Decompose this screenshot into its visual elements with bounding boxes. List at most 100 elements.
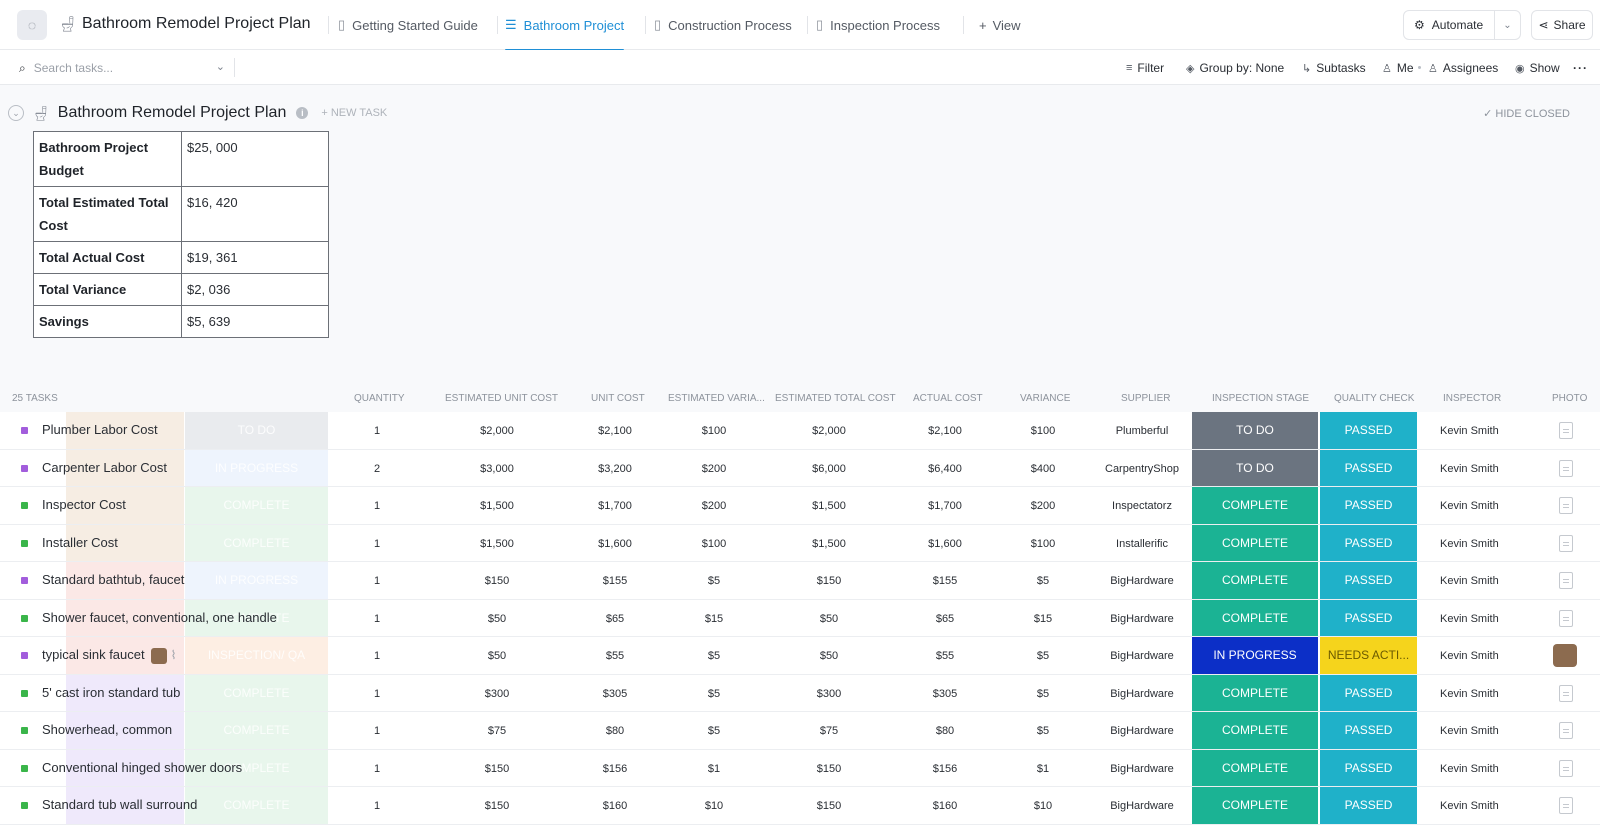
unit-cost-cell[interactable]: $155 bbox=[603, 575, 627, 587]
column-header[interactable]: INSPECTION STAGE bbox=[1212, 393, 1309, 404]
quantity-cell[interactable]: 1 bbox=[374, 725, 380, 737]
estimated-variance-cell[interactable]: $200 bbox=[702, 500, 726, 512]
supplier-cell[interactable]: BigHardware bbox=[1110, 613, 1174, 625]
estimated-unit-cost-cell[interactable]: $1,500 bbox=[480, 538, 514, 550]
estimated-total-cost-cell[interactable]: $2,000 bbox=[812, 425, 846, 437]
supplier-cell[interactable]: Plumberful bbox=[1116, 425, 1169, 437]
file-icon[interactable] bbox=[1559, 572, 1573, 589]
table-row[interactable]: INSPECTION/ QA typical sink faucet ⌇ 1 $50 $5… bbox=[0, 637, 1600, 675]
supplier-cell[interactable]: BigHardware bbox=[1110, 650, 1174, 662]
quality-check-badge[interactable]: PASSED bbox=[1320, 562, 1417, 599]
group-title[interactable]: Bathroom Remodel Project Plan bbox=[58, 104, 287, 122]
file-icon[interactable] bbox=[1559, 797, 1573, 814]
quantity-cell[interactable]: 1 bbox=[374, 763, 380, 775]
column-header[interactable]: QUALITY CHECK bbox=[1334, 393, 1414, 404]
estimated-total-cost-cell[interactable]: $150 bbox=[817, 800, 841, 812]
unit-cost-cell[interactable]: $156 bbox=[603, 763, 627, 775]
collapse-icon[interactable]: ⌄ bbox=[8, 105, 24, 121]
estimated-unit-cost-cell[interactable]: $300 bbox=[485, 688, 509, 700]
estimated-variance-cell[interactable]: $200 bbox=[702, 463, 726, 475]
estimated-total-cost-cell[interactable]: $1,500 bbox=[812, 538, 846, 550]
column-header[interactable]: UNIT COST bbox=[591, 393, 645, 404]
quality-check-badge[interactable]: PASSED bbox=[1320, 524, 1417, 561]
supplier-cell[interactable]: BigHardware bbox=[1110, 800, 1174, 812]
inspection-stage-badge[interactable]: COMPLETE bbox=[1192, 599, 1319, 636]
unit-cost-cell[interactable]: $1,600 bbox=[598, 538, 632, 550]
chevron-down-icon[interactable]: ⌄ bbox=[1494, 11, 1520, 39]
quality-check-badge[interactable]: PASSED bbox=[1320, 749, 1417, 786]
table-row[interactable]: COMPLETE Standard tub wall surround 1 $150 $… bbox=[0, 787, 1600, 825]
file-icon[interactable] bbox=[1559, 534, 1573, 552]
estimated-unit-cost-cell[interactable]: $150 bbox=[485, 763, 509, 775]
task-name[interactable]: Showerhead, common bbox=[42, 722, 172, 737]
unit-cost-cell[interactable]: $2,100 bbox=[598, 425, 632, 437]
task-status-indicator[interactable] bbox=[21, 764, 28, 772]
variance-cell[interactable]: $15 bbox=[1034, 613, 1052, 625]
actual-cost-cell[interactable]: $2,100 bbox=[928, 425, 962, 437]
estimated-variance-cell[interactable]: $5 bbox=[708, 575, 720, 587]
inspector-cell[interactable]: Kevin Smith bbox=[1440, 425, 1499, 437]
inspector-cell[interactable]: Kevin Smith bbox=[1440, 500, 1499, 512]
estimated-variance-cell[interactable]: $100 bbox=[702, 425, 726, 437]
file-icon[interactable] bbox=[1559, 722, 1573, 739]
variance-cell[interactable]: $1 bbox=[1037, 763, 1049, 775]
inspector-cell[interactable]: Kevin Smith bbox=[1440, 763, 1499, 775]
share-button[interactable]: ⋖ Share bbox=[1531, 10, 1593, 40]
column-header[interactable]: ESTIMATED TOTAL COST bbox=[775, 393, 896, 404]
add-view-button[interactable]: + View bbox=[979, 0, 1021, 50]
estimated-unit-cost-cell[interactable]: $1,500 bbox=[480, 500, 514, 512]
inspection-stage-badge[interactable]: COMPLETE bbox=[1192, 487, 1319, 524]
chevron-down-icon[interactable]: ⌄ bbox=[216, 60, 225, 73]
table-row[interactable]: COMPLETE Showerhead, common 1 $75 $80 $5 $75 $8… bbox=[0, 712, 1600, 750]
more-options-icon[interactable]: ··· bbox=[1573, 60, 1588, 76]
task-name[interactable]: Conventional hinged shower doors bbox=[42, 760, 242, 775]
quantity-cell[interactable]: 1 bbox=[374, 800, 380, 812]
actual-cost-cell[interactable]: $80 bbox=[936, 725, 954, 737]
quality-check-badge[interactable]: PASSED bbox=[1320, 412, 1417, 449]
info-icon[interactable]: i bbox=[296, 107, 309, 119]
quality-check-badge[interactable]: PASSED bbox=[1320, 449, 1417, 486]
inspector-cell[interactable]: Kevin Smith bbox=[1440, 688, 1499, 700]
task-status-indicator[interactable] bbox=[21, 464, 28, 472]
supplier-cell[interactable]: CarpentryShop bbox=[1105, 463, 1179, 475]
quantity-cell[interactable]: 1 bbox=[374, 575, 380, 587]
estimated-unit-cost-cell[interactable]: $3,000 bbox=[480, 463, 514, 475]
tab-inspection-process[interactable]: ▯ Inspection Process bbox=[816, 0, 940, 50]
inspection-stage-badge[interactable]: TO DO bbox=[1192, 412, 1319, 449]
quality-check-badge[interactable]: PASSED bbox=[1320, 712, 1417, 749]
variance-cell[interactable]: $5 bbox=[1037, 650, 1049, 662]
estimated-variance-cell[interactable]: $5 bbox=[708, 725, 720, 737]
quantity-cell[interactable]: 1 bbox=[374, 650, 380, 662]
task-status-indicator[interactable] bbox=[21, 652, 28, 659]
file-icon[interactable] bbox=[1559, 422, 1573, 439]
space-menu-button[interactable]: ◌ bbox=[17, 10, 47, 40]
task-status-indicator[interactable] bbox=[21, 727, 28, 734]
unit-cost-cell[interactable]: $305 bbox=[603, 688, 627, 700]
column-header[interactable]: QUANTITY bbox=[354, 393, 405, 404]
subtasks-button[interactable]: ↳ Subtasks bbox=[1302, 60, 1366, 76]
tab-construction-process[interactable]: ▯ Construction Process bbox=[654, 0, 792, 50]
automate-button[interactable]: ⚙ Automate ⌄ bbox=[1403, 10, 1521, 40]
actual-cost-cell[interactable]: $1,700 bbox=[928, 500, 962, 512]
unit-cost-cell[interactable]: $55 bbox=[606, 650, 624, 662]
file-icon[interactable] bbox=[1559, 684, 1573, 702]
task-name[interactable]: 5' cast iron standard tub bbox=[42, 685, 180, 700]
inspection-stage-badge[interactable]: IN PROGRESS bbox=[1192, 637, 1319, 674]
estimated-variance-cell[interactable]: $10 bbox=[705, 800, 723, 812]
task-name[interactable]: Plumber Labor Cost bbox=[42, 422, 158, 437]
column-header[interactable]: PHOTO bbox=[1552, 393, 1587, 404]
search-input[interactable]: ⌕ Search tasks... ⌄ bbox=[19, 59, 225, 77]
task-name[interactable]: Inspector Cost bbox=[42, 497, 126, 512]
task-status-indicator[interactable] bbox=[21, 427, 28, 434]
table-row[interactable]: COMPLETE 5' cast iron standard tub 1 $300 $3… bbox=[0, 674, 1600, 712]
estimated-total-cost-cell[interactable]: $150 bbox=[817, 575, 841, 587]
estimated-unit-cost-cell[interactable]: $150 bbox=[485, 800, 509, 812]
task-status-indicator[interactable] bbox=[21, 614, 28, 622]
variance-cell[interactable]: $5 bbox=[1037, 688, 1049, 700]
inspection-stage-badge[interactable]: TO DO bbox=[1192, 449, 1319, 486]
estimated-unit-cost-cell[interactable]: $2,000 bbox=[480, 425, 514, 437]
column-header[interactable]: VARIANCE bbox=[1020, 393, 1070, 404]
supplier-cell[interactable]: BigHardware bbox=[1110, 688, 1174, 700]
supplier-cell[interactable]: Inspectatorz bbox=[1112, 500, 1172, 512]
estimated-variance-cell[interactable]: $5 bbox=[708, 688, 720, 700]
